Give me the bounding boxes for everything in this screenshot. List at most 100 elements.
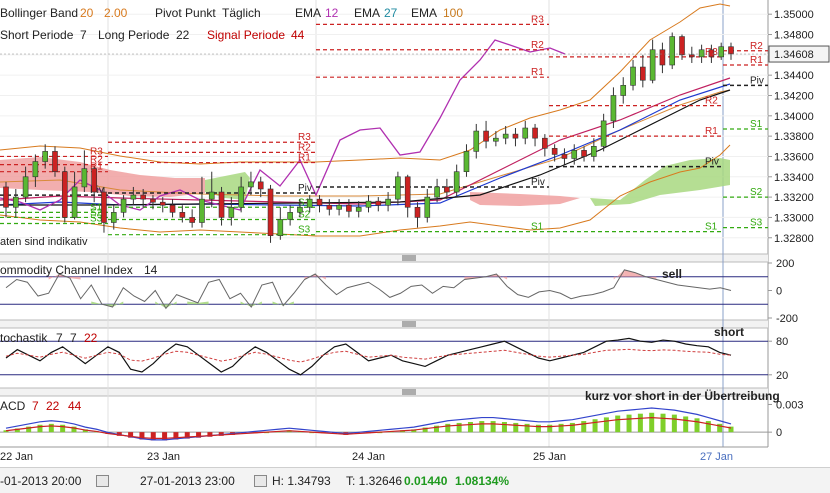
candle: [689, 54, 695, 58]
candle: [346, 204, 352, 212]
candle: [600, 120, 607, 147]
candle: [483, 130, 489, 142]
price-label: 1.34800: [774, 30, 814, 42]
candle: [91, 168, 97, 193]
pivot-label-s1: S1: [705, 222, 718, 233]
candle: [551, 148, 558, 155]
candle: [12, 196, 19, 208]
macd-histogram-bar: [48, 423, 54, 433]
candle: [22, 176, 29, 198]
x-axis-label: 27 Jan: [700, 451, 733, 463]
candle: [620, 85, 627, 96]
cci-param: 14: [144, 263, 158, 277]
macd-short-label: Short Periode: [0, 28, 74, 42]
candle: [493, 137, 499, 142]
calendar-icon[interactable]: [254, 475, 267, 487]
status-low: T: 1.32646: [346, 474, 403, 488]
macd-signal-value: 44: [291, 28, 305, 42]
stoch-axis-label: 20: [776, 370, 788, 382]
candle: [591, 145, 597, 157]
macd-histogram-bar: [660, 413, 666, 433]
cci-axis-label: -200: [776, 313, 798, 325]
candle: [316, 198, 323, 206]
pivot-label-piv: Piv: [531, 177, 545, 188]
candle: [71, 186, 78, 218]
candle: [208, 191, 215, 200]
stoch-param: 22: [84, 331, 98, 345]
candle: [561, 154, 568, 159]
x-axis-label: 25 Jan: [533, 451, 566, 463]
macd-long-label: Long Periode: [98, 28, 170, 42]
pivot-label-piv: Piv: [750, 75, 764, 86]
legend-item: 100: [443, 6, 463, 20]
candle: [522, 127, 529, 139]
macd-histogram-bar: [615, 415, 621, 433]
candle: [649, 49, 656, 81]
candle: [532, 127, 538, 139]
macd-histogram-bar: [445, 423, 451, 433]
pivot-label-s2: S2: [750, 187, 763, 198]
macd-histogram-bar: [467, 422, 473, 433]
candle: [228, 206, 235, 218]
macd-histogram-bar: [524, 423, 530, 433]
stoch-param: 7: [56, 331, 63, 345]
sell-annotation: sell: [662, 267, 682, 281]
stoch-axis-label: 80: [776, 336, 788, 348]
legend-item: 27: [384, 6, 398, 20]
price-label: 1.33400: [774, 172, 814, 184]
price-label: 1.34608: [774, 49, 814, 61]
candle: [679, 36, 685, 56]
status-high: H: 1.34793: [272, 474, 331, 488]
candle: [110, 212, 117, 223]
macd-histogram-bar: [490, 421, 496, 433]
candle: [463, 151, 470, 173]
price-label: 1.34200: [774, 90, 814, 102]
macd-annotation: kurz vor short in der Übertreibung: [585, 388, 780, 403]
candle: [640, 66, 646, 81]
status-from: -01-2013 20:00: [0, 474, 82, 488]
candle: [610, 95, 617, 122]
candle: [542, 137, 548, 149]
candle: [385, 198, 391, 206]
status-percent: 1.08134%: [455, 474, 510, 488]
price-label: 1.32800: [774, 233, 814, 245]
candle: [42, 151, 48, 162]
candle: [473, 130, 480, 152]
pivot-label-r2: R2: [531, 40, 544, 51]
chart-window: 1.35000 1.34800 1.34608 1.34400 1.34200 1.340…: [0, 0, 830, 493]
panel-separator-stoch: [0, 320, 768, 328]
cci-title: ommodity Channel Index: [0, 263, 133, 277]
candle: [669, 36, 676, 66]
candle: [728, 46, 734, 55]
macd-histogram-bar: [705, 421, 711, 433]
candle: [698, 49, 705, 58]
pivot-label-s3: S3: [298, 225, 311, 236]
candle: [306, 198, 313, 208]
candle: [571, 150, 578, 159]
macd-histogram-bar: [694, 418, 700, 433]
candle: [365, 200, 372, 208]
pivot-label-r2: R2: [705, 96, 718, 107]
calendar-icon[interactable]: [96, 475, 109, 487]
short-annotation: short: [714, 325, 744, 339]
candle: [414, 206, 421, 218]
candle: [140, 194, 146, 200]
candle: [502, 133, 509, 139]
pivot-label-r1: R1: [705, 126, 718, 137]
pivot-label-r2: R2: [750, 41, 763, 52]
candle: [434, 186, 440, 198]
pivot-label-piv: Piv: [298, 183, 312, 194]
candle: [718, 46, 725, 58]
macd-histogram-bar: [626, 414, 632, 433]
candle: [326, 204, 333, 210]
candle: [297, 206, 303, 213]
chart-canvas[interactable]: 1.35000 1.34800 1.34608 1.34400 1.34200 1.340…: [0, 0, 830, 467]
macd-axis-label: 0.003: [776, 399, 804, 411]
candle: [581, 150, 587, 157]
macd-histogram-bar: [60, 424, 66, 433]
macd-param: 44: [68, 399, 82, 413]
legend-item: Bollinger Band: [0, 6, 78, 20]
price-label: 1.35000: [774, 9, 814, 21]
legend-item: 12: [325, 6, 339, 20]
status-to: 27-01-2013 23:00: [140, 474, 235, 488]
